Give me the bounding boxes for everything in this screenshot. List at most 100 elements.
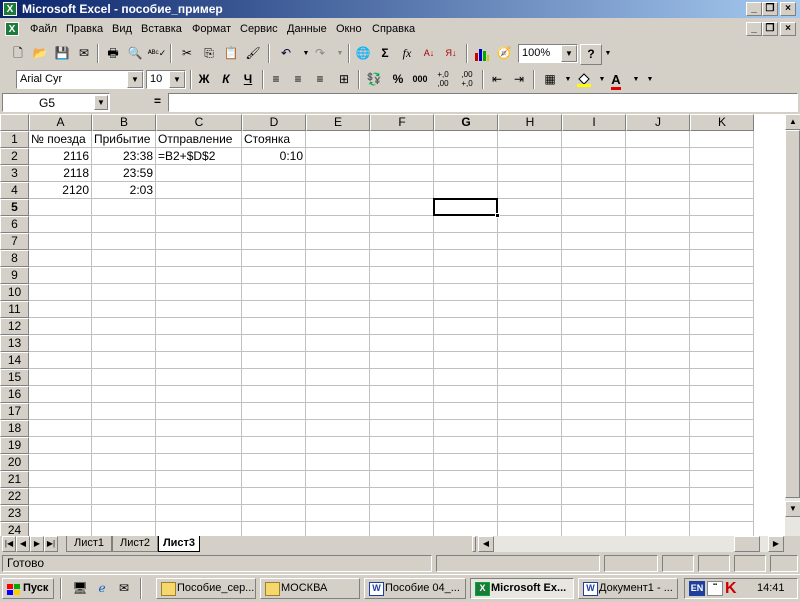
cell-E11[interactable]: [306, 301, 370, 318]
cell-H11[interactable]: [498, 301, 562, 318]
row-header-15[interactable]: 15: [0, 369, 29, 386]
italic-button[interactable]: К: [216, 70, 236, 89]
cell-K4[interactable]: [690, 182, 754, 199]
cell-C2[interactable]: =B2+$D$2: [156, 148, 242, 165]
cell-I15[interactable]: [562, 369, 626, 386]
cell-D19[interactable]: [242, 437, 306, 454]
column-header-F[interactable]: F: [370, 114, 434, 131]
cell-K16[interactable]: [690, 386, 754, 403]
cell-K6[interactable]: [690, 216, 754, 233]
increase-decimal-button[interactable]: +,0 ,00: [432, 70, 454, 89]
cell-B14[interactable]: [92, 352, 156, 369]
cell-G10[interactable]: [434, 284, 498, 301]
cell-B8[interactable]: [92, 250, 156, 267]
cell-I14[interactable]: [562, 352, 626, 369]
cell-C7[interactable]: [156, 233, 242, 250]
cell-I2[interactable]: [562, 148, 626, 165]
cell-C3[interactable]: [156, 165, 242, 182]
cell-A9[interactable]: [29, 267, 92, 284]
cell-I5[interactable]: [562, 199, 626, 216]
task-folder-moskva[interactable]: МОСКВА: [260, 578, 360, 599]
zoom-select[interactable]: 100% ▼: [518, 44, 578, 63]
cell-E23[interactable]: [306, 505, 370, 522]
cell-I22[interactable]: [562, 488, 626, 505]
cell-E20[interactable]: [306, 454, 370, 471]
cell-D15[interactable]: [242, 369, 306, 386]
menu-help[interactable]: Справка: [372, 23, 415, 35]
row-header-7[interactable]: 7: [0, 233, 29, 250]
cell-K21[interactable]: [690, 471, 754, 488]
task-word-document1[interactable]: W Документ1 - ...: [578, 578, 678, 599]
row-header-19[interactable]: 19: [0, 437, 29, 454]
redo-dropdown-icon[interactable]: ▼: [330, 44, 350, 63]
cell-K22[interactable]: [690, 488, 754, 505]
doc-close-icon[interactable]: ×: [780, 22, 796, 36]
cell-D2[interactable]: 0:10: [242, 148, 306, 165]
align-center-icon[interactable]: ≡: [288, 70, 308, 89]
cell-H1[interactable]: [498, 131, 562, 148]
cell-C19[interactable]: [156, 437, 242, 454]
cell-D23[interactable]: [242, 505, 306, 522]
title-bar[interactable]: X Microsoft Excel - пособие_пример _ ❐ ×: [0, 0, 800, 18]
cell-J21[interactable]: [626, 471, 690, 488]
cell-B12[interactable]: [92, 318, 156, 335]
row-header-8[interactable]: 8: [0, 250, 29, 267]
cell-D9[interactable]: [242, 267, 306, 284]
first-sheet-icon[interactable]: |◀: [2, 536, 16, 552]
cell-J12[interactable]: [626, 318, 690, 335]
cell-A5[interactable]: [29, 199, 92, 216]
cell-E14[interactable]: [306, 352, 370, 369]
cell-D13[interactable]: [242, 335, 306, 352]
cell-D7[interactable]: [242, 233, 306, 250]
column-header-E[interactable]: E: [306, 114, 370, 131]
cell-B17[interactable]: [92, 403, 156, 420]
fill-color-icon[interactable]: [574, 70, 594, 89]
cell-C12[interactable]: [156, 318, 242, 335]
format-painter-icon[interactable]: 🖌: [243, 44, 263, 63]
cell-F1[interactable]: [370, 131, 434, 148]
cell-E22[interactable]: [306, 488, 370, 505]
cell-A4[interactable]: 2120: [29, 182, 92, 199]
font-select[interactable]: Arial Cyr ▼: [16, 70, 144, 89]
select-all-corner[interactable]: [0, 114, 29, 131]
column-header-B[interactable]: B: [92, 114, 156, 131]
cell-E2[interactable]: [306, 148, 370, 165]
open-icon[interactable]: 📂: [30, 44, 50, 63]
cell-F17[interactable]: [370, 403, 434, 420]
row-header-3[interactable]: 3: [0, 165, 29, 182]
prev-sheet-icon[interactable]: ◀: [16, 536, 30, 552]
cell-F24[interactable]: [370, 522, 434, 536]
cell-K10[interactable]: [690, 284, 754, 301]
cell-E4[interactable]: [306, 182, 370, 199]
cell-F11[interactable]: [370, 301, 434, 318]
cell-G19[interactable]: [434, 437, 498, 454]
cell-H8[interactable]: [498, 250, 562, 267]
cell-J9[interactable]: [626, 267, 690, 284]
cell-J17[interactable]: [626, 403, 690, 420]
print-icon[interactable]: 🖶: [103, 44, 123, 63]
cell-I9[interactable]: [562, 267, 626, 284]
cell-F10[interactable]: [370, 284, 434, 301]
cell-B15[interactable]: [92, 369, 156, 386]
cell-B2[interactable]: 23:38: [92, 148, 156, 165]
cell-J20[interactable]: [626, 454, 690, 471]
row-header-13[interactable]: 13: [0, 335, 29, 352]
cell-I19[interactable]: [562, 437, 626, 454]
sort-ascending-icon[interactable]: А↓: [419, 44, 439, 63]
cell-G13[interactable]: [434, 335, 498, 352]
cell-I13[interactable]: [562, 335, 626, 352]
cell-A8[interactable]: [29, 250, 92, 267]
cell-G11[interactable]: [434, 301, 498, 318]
row-header-23[interactable]: 23: [0, 505, 29, 522]
cell-F15[interactable]: [370, 369, 434, 386]
scroll-left-icon[interactable]: ◀: [478, 536, 494, 552]
cell-A18[interactable]: [29, 420, 92, 437]
menu-tools[interactable]: Сервис: [240, 23, 278, 35]
cell-I6[interactable]: [562, 216, 626, 233]
doc-restore-icon[interactable]: ❐: [762, 22, 778, 36]
formula-input[interactable]: [168, 93, 798, 112]
cell-B7[interactable]: [92, 233, 156, 250]
punto-switcher-icon[interactable]: ▪▪: [707, 581, 723, 596]
cell-D4[interactable]: [242, 182, 306, 199]
cell-J14[interactable]: [626, 352, 690, 369]
